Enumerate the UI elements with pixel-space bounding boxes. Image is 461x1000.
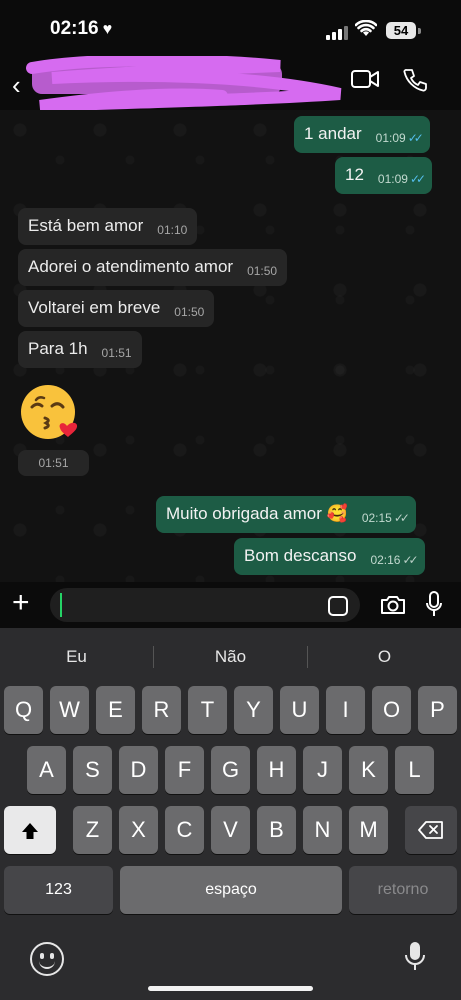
message-incoming[interactable]: Está bem amor 01:10 xyxy=(18,208,198,245)
chat-header: ‹ xyxy=(0,56,461,110)
video-call-icon[interactable] xyxy=(350,68,380,95)
key-q[interactable]: Q xyxy=(4,686,43,734)
message-outgoing[interactable]: Muito obrigada amor 🥰 02:15 ✓✓ xyxy=(156,496,416,533)
keyboard: Eu Não O Q W E R T Y U I O P A S D F G H… xyxy=(0,628,461,1000)
message-outgoing[interactable]: 1 andar 01:09 ✓✓ xyxy=(294,116,430,153)
backspace-key[interactable] xyxy=(405,806,457,854)
kissing-face-emoji-message[interactable] xyxy=(18,380,82,444)
delivered-receipt-icon: ✓✓ xyxy=(393,511,410,525)
key-y[interactable]: Y xyxy=(234,686,273,734)
key-b[interactable]: B xyxy=(257,806,296,854)
message-time: 01:50 xyxy=(247,264,278,278)
message-time: 02:15 xyxy=(361,511,392,525)
suggestion-2[interactable]: Não xyxy=(154,640,307,674)
message-incoming[interactable]: Voltarei em breve 01:50 xyxy=(18,290,215,327)
message-time: 01:10 xyxy=(157,223,188,237)
numbers-key[interactable]: 123 xyxy=(4,866,113,914)
key-j[interactable]: J xyxy=(303,746,342,794)
status-bar: 02:16 ♥ 54 xyxy=(0,0,461,60)
read-receipt-icon: ✓✓ xyxy=(407,131,424,145)
space-key[interactable]: espaço xyxy=(120,866,342,914)
chat-messages: 1 andar 01:09 ✓✓ 12 01:09 ✓✓ Está bem amor 01… xyxy=(0,110,461,582)
dictation-microphone-icon[interactable] xyxy=(404,940,426,977)
voice-call-icon[interactable] xyxy=(402,67,428,98)
clock: 02:16 ♥ xyxy=(50,18,113,39)
predictive-suggestions: Eu Não O xyxy=(0,640,461,674)
message-outgoing[interactable]: 12 01:09 ✓✓ xyxy=(335,157,433,194)
message-text: Voltarei em breve xyxy=(28,298,161,317)
battery-indicator: 54 xyxy=(386,22,416,39)
message-incoming[interactable]: Adorei o atendimento amor 01:50 xyxy=(18,249,288,286)
key-x[interactable]: X xyxy=(119,806,158,854)
key-g[interactable]: G xyxy=(211,746,250,794)
microphone-icon[interactable] xyxy=(425,590,443,623)
message-text: Para 1h xyxy=(28,339,88,358)
delivered-receipt-icon: ✓✓ xyxy=(402,553,418,567)
wifi-icon xyxy=(354,19,378,43)
plus-icon[interactable]: + xyxy=(12,586,30,620)
backspace-icon xyxy=(418,820,443,839)
text-cursor xyxy=(60,593,62,617)
key-h[interactable]: H xyxy=(257,746,296,794)
message-outgoing[interactable]: Bom descanso 02:16 ✓✓ xyxy=(234,538,425,575)
key-p[interactable]: P xyxy=(418,686,457,734)
key-w[interactable]: W xyxy=(50,686,89,734)
key-l[interactable]: L xyxy=(395,746,434,794)
message-time: 01:51 xyxy=(18,450,89,476)
key-m[interactable]: M xyxy=(349,806,388,854)
camera-icon[interactable] xyxy=(380,594,406,621)
key-t[interactable]: T xyxy=(188,686,227,734)
heart-icon: ♥ xyxy=(102,21,113,38)
emoji-keyboard-icon[interactable] xyxy=(30,942,64,976)
redacted-contact-name xyxy=(26,56,342,110)
message-text: Adorei o atendimento amor xyxy=(28,257,234,276)
return-key[interactable]: retorno xyxy=(349,866,457,914)
key-o[interactable]: O xyxy=(372,686,411,734)
message-text: Está bem amor xyxy=(28,216,144,235)
shift-arrow-icon xyxy=(22,823,38,840)
suggestion-3[interactable]: O xyxy=(308,640,461,674)
key-s[interactable]: S xyxy=(73,746,112,794)
key-e[interactable]: E xyxy=(96,686,135,734)
key-n[interactable]: N xyxy=(303,806,342,854)
key-v[interactable]: V xyxy=(211,806,250,854)
key-z[interactable]: Z xyxy=(73,806,112,854)
message-text: 12 xyxy=(345,165,364,184)
message-composer: + xyxy=(0,582,461,628)
message-time: 01:09 xyxy=(377,172,408,186)
key-f[interactable]: F xyxy=(165,746,204,794)
key-u[interactable]: U xyxy=(280,686,319,734)
message-time: 01:09 xyxy=(375,131,406,145)
key-d[interactable]: D xyxy=(119,746,158,794)
key-k[interactable]: K xyxy=(349,746,388,794)
message-text: Bom descanso xyxy=(244,546,357,565)
key-a[interactable]: A xyxy=(27,746,66,794)
message-input[interactable] xyxy=(50,588,360,622)
message-text: Muito obrigada amor 🥰 xyxy=(166,504,348,523)
message-time: 01:51 xyxy=(101,346,132,360)
battery-nub xyxy=(418,28,421,34)
message-incoming[interactable]: Para 1h 01:51 xyxy=(18,331,142,368)
key-r[interactable]: R xyxy=(142,686,181,734)
shift-key[interactable] xyxy=(4,806,56,854)
read-receipt-icon: ✓✓ xyxy=(409,172,426,186)
key-i[interactable]: I xyxy=(326,686,365,734)
message-text: 1 andar xyxy=(304,124,362,143)
cellular-signal-icon xyxy=(326,22,350,40)
message-time: 02:16 xyxy=(370,553,401,567)
sticker-icon[interactable] xyxy=(328,596,348,616)
suggestion-1[interactable]: Eu xyxy=(0,640,153,674)
message-time: 01:50 xyxy=(174,305,205,319)
home-indicator xyxy=(148,986,313,991)
back-chevron-icon[interactable]: ‹ xyxy=(12,70,21,101)
key-c[interactable]: C xyxy=(165,806,204,854)
